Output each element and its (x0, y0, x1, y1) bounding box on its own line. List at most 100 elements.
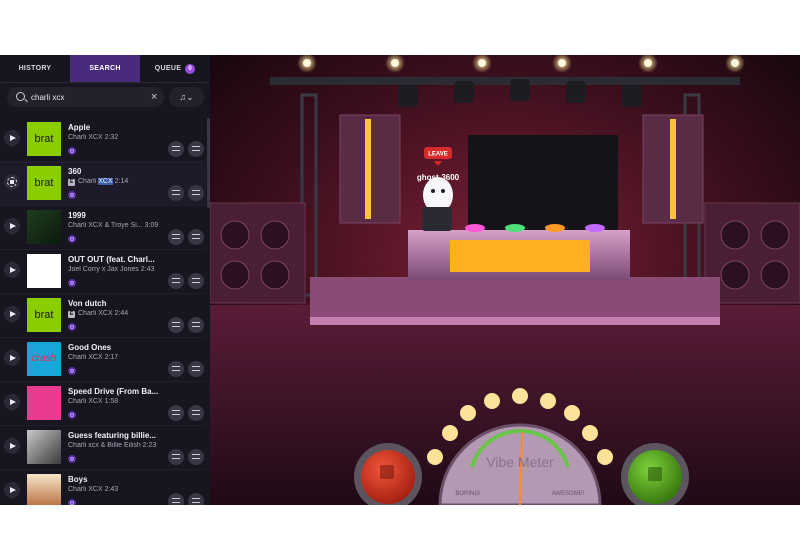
explicit-icon: E (68, 179, 75, 186)
album-art: crash (27, 342, 61, 376)
album-art-text: brat (34, 133, 54, 145)
song-row[interactable]: 1999 Charli XCX & Troye Si... 3:09 (0, 206, 206, 250)
play-button[interactable] (4, 482, 20, 498)
meter-awesome-label: AWESOME! (552, 491, 585, 497)
song-row[interactable]: OUT OUT (feat. Charl... Joel Corry x Jax … (0, 250, 206, 294)
search-icon (16, 92, 25, 101)
queue-next-button[interactable] (168, 317, 184, 333)
queue-add-button[interactable] (188, 449, 204, 465)
song-meta-line: E Charli XCX 2:44 (68, 310, 168, 318)
vibe-meter-title: Vibe Meter (486, 454, 554, 470)
dj-username: ghost-3600 (417, 173, 460, 182)
tab-search[interactable]: SEARCH (70, 55, 140, 82)
queue-next-button[interactable] (168, 185, 184, 201)
queue-next-button[interactable] (168, 141, 184, 157)
song-meta: Charli XCX 2:17 (68, 354, 119, 361)
queue-next-button[interactable] (168, 449, 184, 465)
vibe-icon[interactable] (68, 147, 76, 155)
play-button[interactable] (4, 218, 20, 234)
explicit-icon: E (68, 311, 75, 318)
song-meta-line: Charli xcx & Billie Eilish 2:23 (68, 442, 168, 449)
album-art (27, 254, 61, 288)
song-meta: Joel Corry x Jax Jones 2:43 (68, 266, 155, 273)
album-art: brat (27, 166, 61, 200)
song-meta-line: Charli XCX 1:58 (68, 398, 168, 405)
stage-edge (310, 317, 720, 325)
queue-add-button[interactable] (188, 141, 204, 157)
queue-next-button[interactable] (168, 229, 184, 245)
play-button[interactable] (4, 262, 20, 278)
thumbs-down-icon (380, 465, 394, 479)
vibe-icon[interactable] (68, 323, 76, 331)
album-art-text: crash (31, 353, 57, 364)
queue-count-badge: 0 (185, 63, 196, 74)
queue-add-button[interactable] (188, 361, 204, 377)
song-meta: Charli XCX 2:32 (68, 134, 119, 141)
tab-bar: HISTORY SEARCH QUEUE 0 (0, 55, 210, 83)
speaker-wall-left (210, 202, 306, 304)
vibe-icon[interactable] (68, 279, 76, 287)
search-box[interactable]: × (7, 87, 164, 107)
album-art (27, 210, 61, 244)
song-meta-line: Charli XCX 2:43 (68, 486, 168, 493)
search-input[interactable] (31, 90, 141, 104)
play-button[interactable] (4, 394, 20, 410)
thumbs-up-icon (648, 467, 662, 481)
song-row[interactable]: crash Good Ones Charli XCX 2:17 (0, 338, 206, 382)
vibe-icon[interactable] (68, 367, 76, 375)
song-row[interactable]: Speed Drive (From Ba... Charli XCX 1:58 (0, 382, 206, 426)
song-meta: Charli XCX & Troye Si... 3:09 (68, 222, 159, 229)
vibe-icon[interactable] (68, 499, 76, 505)
tab-queue[interactable]: QUEUE 0 (140, 55, 210, 82)
album-art-text: brat (34, 309, 54, 321)
album-art-text: brat (34, 177, 54, 189)
queue-next-button[interactable] (168, 405, 184, 421)
queue-add-button[interactable] (188, 229, 204, 245)
app-window: HISTORY SEARCH QUEUE0 × ♫⌄ brat Apple Char… (0, 55, 800, 505)
light-bar-right (670, 119, 676, 219)
tab-label: QUEUE (154, 65, 182, 72)
search-results-list: brat Apple Charli XCX 2:32 brat 360 E Charli X… (0, 118, 206, 505)
song-row[interactable]: Boys Charli XCX 2:43 (0, 470, 206, 505)
play-button[interactable] (4, 306, 20, 322)
song-title: 360 (68, 167, 82, 176)
song-title: OUT OUT (feat. Charl... (68, 255, 155, 264)
queue-next-button[interactable] (168, 273, 184, 289)
stop-icon[interactable] (4, 174, 20, 190)
vibe-icon[interactable] (68, 455, 76, 463)
tab-label: HISTORY (18, 65, 52, 72)
song-row[interactable]: Guess featuring billie... Charli xcx & Bi… (0, 426, 206, 470)
sidebar: HISTORY SEARCH QUEUE0 × ♫⌄ brat Apple Char… (0, 55, 210, 505)
play-button[interactable] (4, 350, 20, 366)
song-meta: Charli XCX 2:43 (68, 486, 119, 493)
queue-next-button[interactable] (168, 493, 184, 505)
song-meta: Charli XCX 2:44 (78, 310, 129, 317)
album-art: brat (27, 122, 61, 156)
truss-top (270, 77, 740, 85)
queue-add-button[interactable] (188, 273, 204, 289)
stage-scene: LEAVE ghost-3600 Vibe Meter BORING! AWES… (210, 55, 800, 505)
vibe-icon[interactable] (68, 191, 76, 199)
song-row[interactable]: brat Von dutch E Charli XCX 2:44 (0, 294, 206, 338)
tab-history[interactable]: HISTORY (0, 55, 70, 82)
album-art: brat (27, 298, 61, 332)
queue-add-button[interactable] (188, 317, 204, 333)
vibe-icon[interactable] (68, 235, 76, 243)
play-button[interactable] (4, 438, 20, 454)
light-bar-left (365, 119, 371, 219)
play-button[interactable] (4, 130, 20, 146)
booth-light-panel (450, 240, 590, 272)
album-art (27, 386, 61, 420)
queue-add-button[interactable] (188, 493, 204, 505)
music-filter-dropdown[interactable]: ♫⌄ (169, 87, 204, 107)
laptop-icon (422, 207, 452, 231)
song-row[interactable]: brat Apple Charli XCX 2:32 (0, 118, 206, 162)
queue-add-button[interactable] (188, 185, 204, 201)
song-meta-line: Charli XCX 2:17 (68, 354, 168, 361)
queue-add-button[interactable] (188, 405, 204, 421)
queue-next-button[interactable] (168, 361, 184, 377)
vibe-icon[interactable] (68, 411, 76, 419)
close-icon[interactable]: × (151, 90, 157, 104)
song-row[interactable]: brat 360 E Charli XCX 2:14 (0, 162, 206, 206)
album-art (27, 430, 61, 464)
